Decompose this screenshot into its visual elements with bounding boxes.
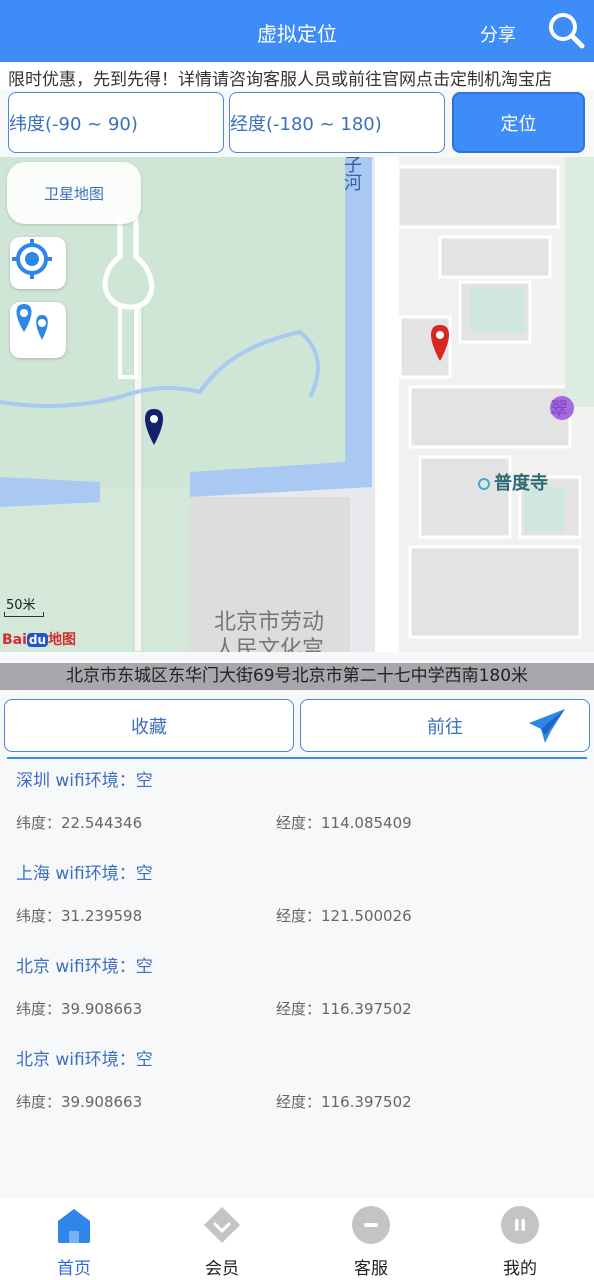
pins-icon	[16, 304, 50, 345]
list-item[interactable]: 深圳 wifi环境：空 纬度：22.544346 经度：114.085409	[0, 762, 594, 855]
tab-profile[interactable]: 我的	[446, 1199, 594, 1280]
tab-profile-label: 我的	[503, 1259, 537, 1279]
go-button[interactable]: 前往	[300, 699, 590, 752]
latitude-input[interactable]: 纬度(-90 ~ 90)	[8, 92, 224, 153]
location-longitude: 经度：114.085409	[276, 814, 412, 832]
location-latitude: 纬度：31.239598	[16, 907, 143, 925]
hotel-label: 翠	[550, 399, 568, 420]
location-latitude: 纬度：22.544346	[16, 814, 143, 832]
favorite-button[interactable]: 收藏	[4, 699, 294, 752]
tab-home[interactable]: 首页	[0, 1199, 148, 1280]
service-icon	[352, 1206, 390, 1244]
send-icon	[529, 709, 565, 743]
palace-label-line2: 人民文化宫	[214, 637, 325, 652]
map-canvas	[0, 157, 594, 652]
map-scale-bar	[4, 612, 44, 617]
tab-vip[interactable]: 会员	[148, 1199, 296, 1280]
tab-home-label: 首页	[57, 1259, 91, 1279]
locate-button[interactable]: 定位	[452, 92, 585, 153]
tab-service[interactable]: 客服	[297, 1199, 445, 1280]
action-row: 收藏 前往	[0, 699, 594, 755]
list-divider	[7, 757, 587, 759]
longitude-input[interactable]: 经度(-180 ~ 180)	[229, 92, 445, 153]
vip-diamond-icon	[204, 1207, 240, 1243]
list-item[interactable]: 上海 wifi环境：空 纬度：31.239598 经度：121.500026	[0, 855, 594, 948]
share-button[interactable]: 分享	[480, 21, 516, 47]
my-location-button[interactable]	[10, 237, 66, 289]
app-header: 虚拟定位 分享	[0, 0, 594, 62]
bottom-nav: 首页 会员 客服 我的	[0, 1199, 594, 1280]
river-label: 子河	[344, 157, 362, 194]
location-longitude: 经度：116.397502	[276, 1000, 412, 1018]
tab-service-label: 客服	[354, 1259, 388, 1279]
location-name: 上海 wifi环境：空	[16, 864, 153, 884]
location-name: 北京 wifi环境：空	[16, 957, 153, 977]
crosshair-icon	[12, 239, 52, 279]
temple-label: 普度寺	[478, 469, 548, 495]
home-icon	[58, 1209, 90, 1243]
coordinate-inputs: 纬度(-90 ~ 90) 经度(-180 ~ 180) 定位	[0, 92, 594, 154]
baidu-logo: Bai du 地图	[2, 632, 77, 648]
promo-marquee[interactable]: 限时优惠，先到先得！详情请咨询客服人员或前往官网点击定制机淘宝店	[0, 62, 594, 90]
map-view[interactable]: 卫星地图 子河 翠 普度寺 北京市劳动 人民文化宫 50米 Bai du 地图	[0, 157, 594, 652]
location-longitude: 经度：121.500026	[276, 907, 412, 925]
map-scale-label: 50米	[6, 598, 36, 613]
go-label: 前往	[427, 716, 463, 738]
tab-vip-label: 会员	[205, 1259, 239, 1279]
list-item[interactable]: 北京 wifi环境：空 纬度：39.908663 经度：116.397502	[0, 1041, 594, 1134]
location-name: 深圳 wifi环境：空	[16, 771, 153, 791]
app-root: 虚拟定位 分享 限时优惠，先到先得！详情请咨询客服人员或前往官网点击定制机淘宝店…	[0, 0, 594, 1280]
saved-locations-list: 深圳 wifi环境：空 纬度：22.544346 经度：114.085409 上…	[0, 762, 594, 1134]
list-item[interactable]: 北京 wifi环境：空 纬度：39.908663 经度：116.397502	[0, 948, 594, 1041]
search-icon[interactable]	[546, 10, 586, 50]
location-name: 北京 wifi环境：空	[16, 1050, 153, 1070]
location-latitude: 纬度：39.908663	[16, 1093, 143, 1111]
satellite-map-toggle[interactable]: 卫星地图	[7, 162, 141, 224]
promo-text: 限时优惠，先到先得！详情请咨询客服人员或前往官网点击定制机淘宝店	[8, 70, 552, 90]
location-longitude: 经度：116.397502	[276, 1093, 412, 1111]
profile-icon	[501, 1206, 539, 1244]
address-bar: 北京市东城区东华门大街69号北京市第二十七中学西南180米	[0, 663, 594, 690]
multi-pin-button[interactable]	[10, 302, 66, 358]
location-latitude: 纬度：39.908663	[16, 1000, 143, 1018]
